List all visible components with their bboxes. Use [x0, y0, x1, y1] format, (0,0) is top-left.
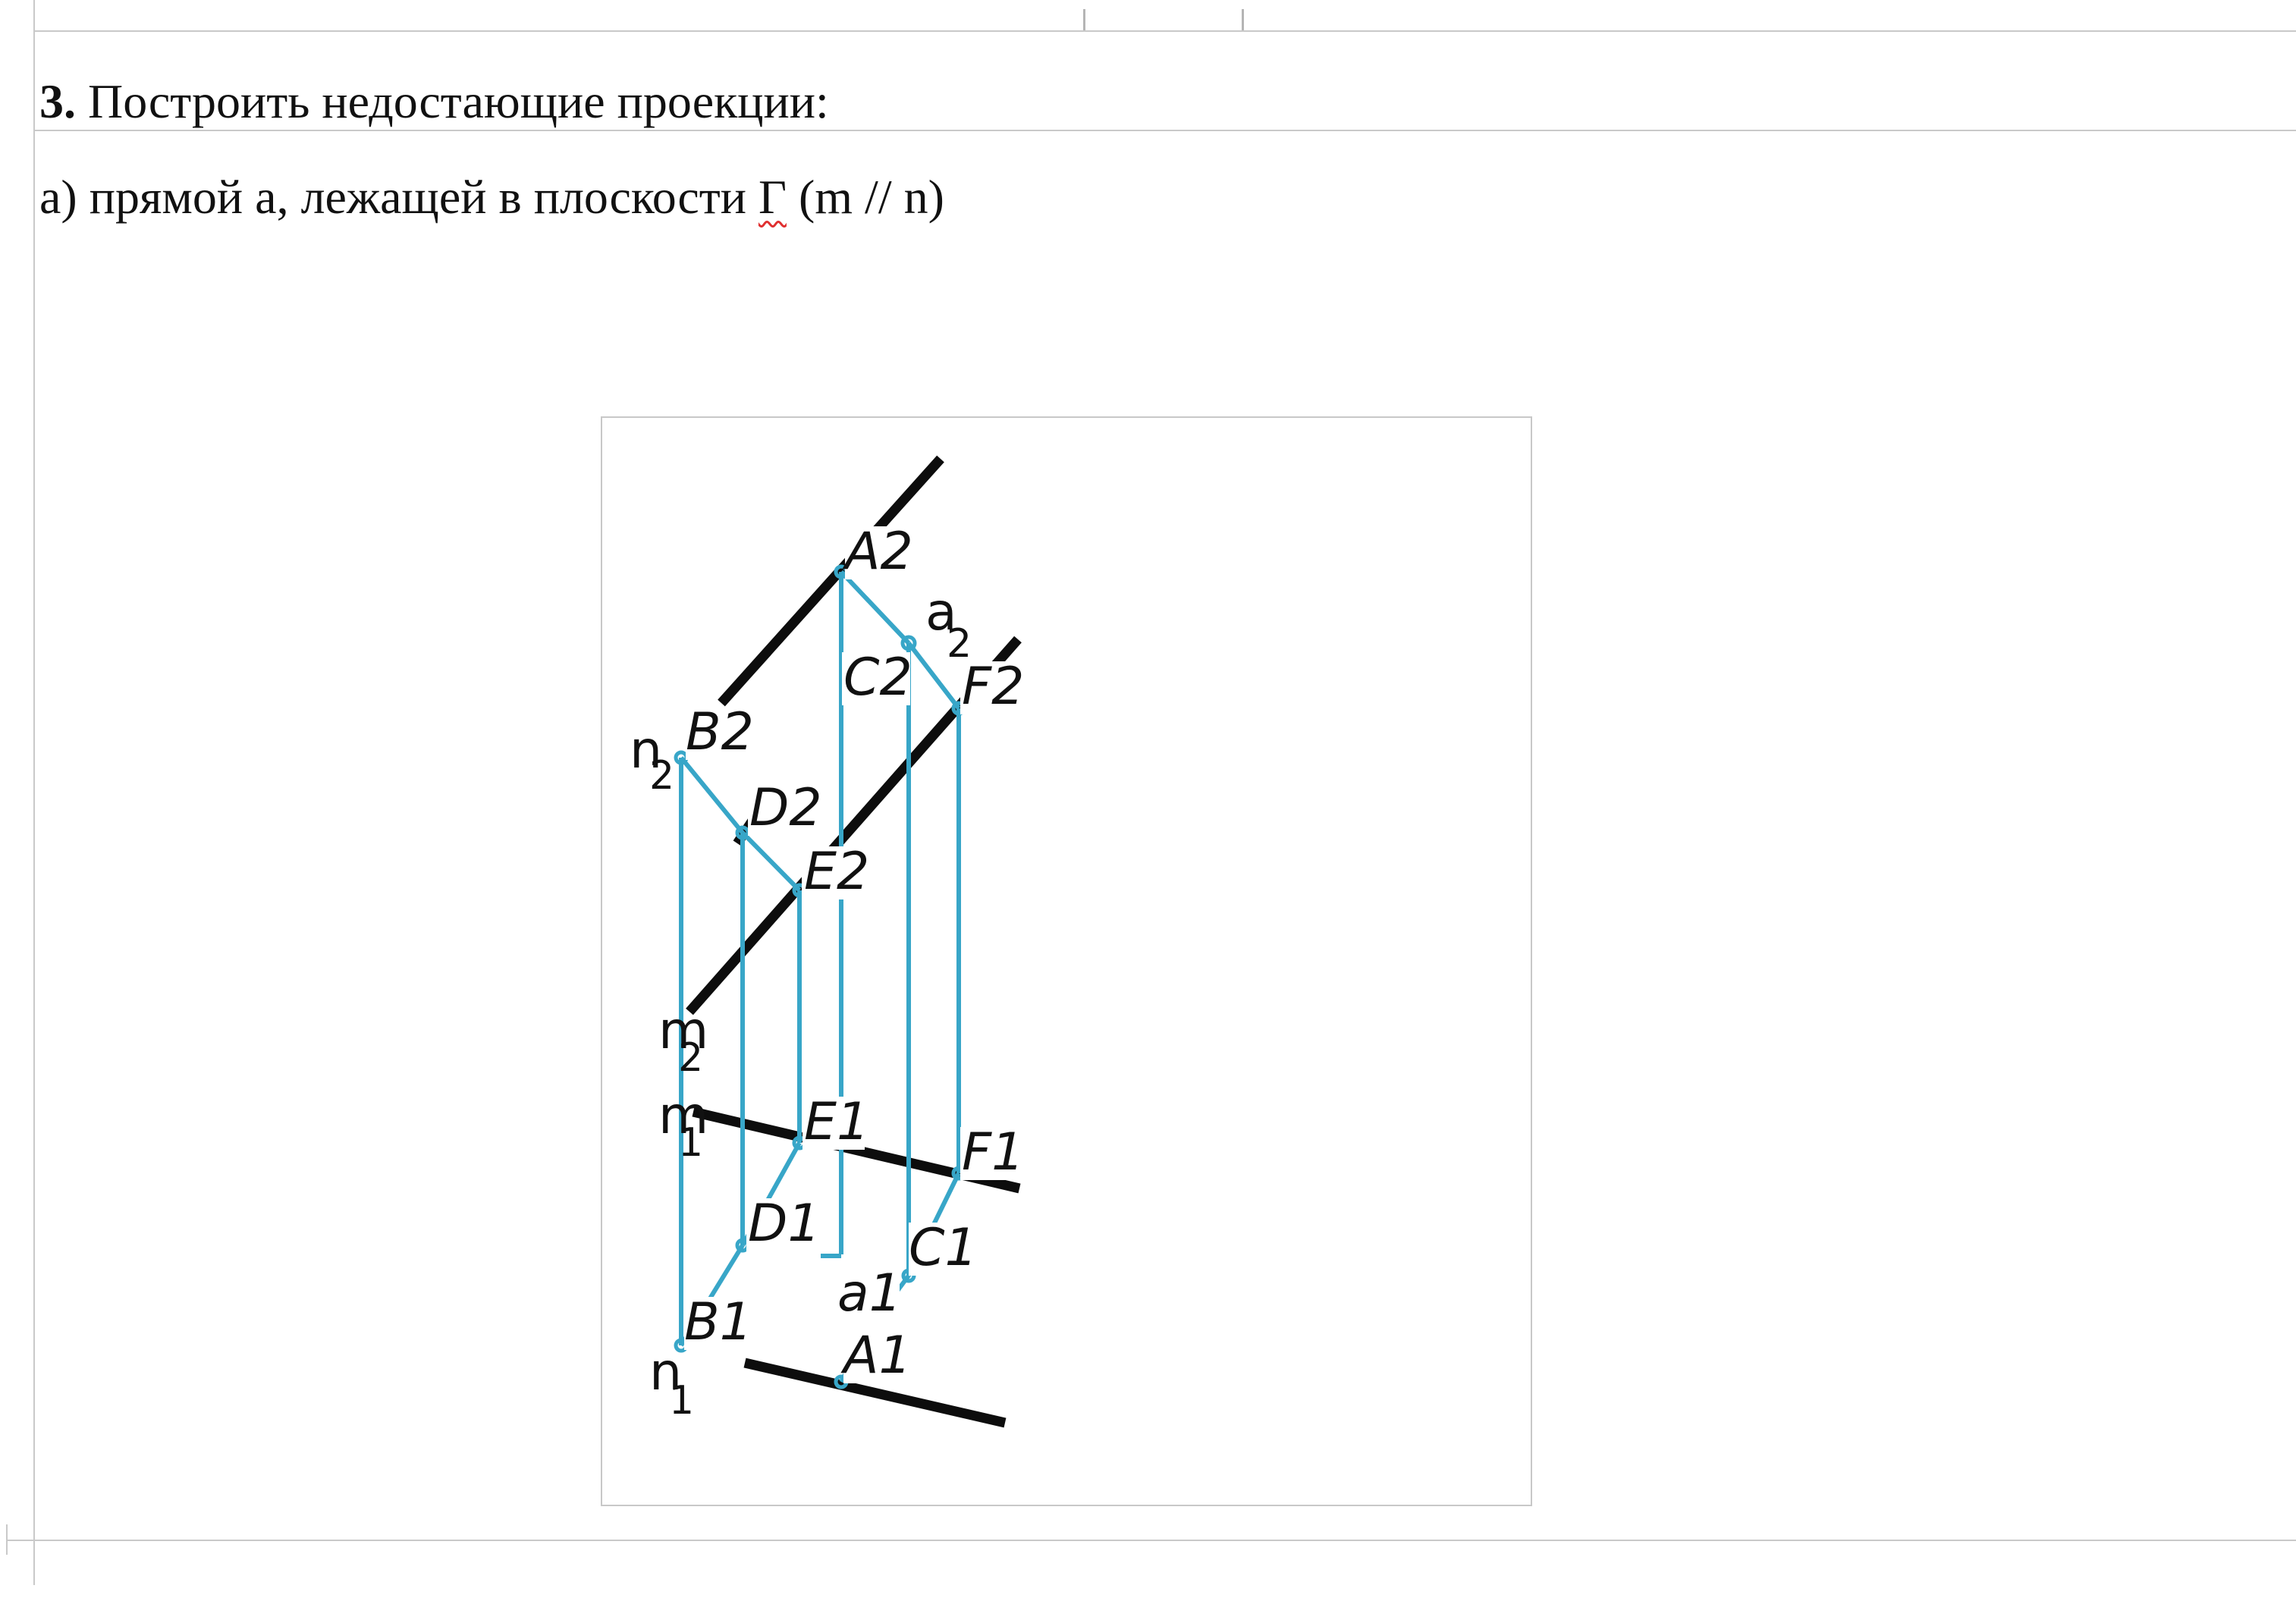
- subtitle-suffix: (m // n): [786, 170, 944, 224]
- left-edge-line: [6, 1524, 8, 1555]
- label-A2: A2: [842, 522, 913, 582]
- top-rule: [35, 30, 2296, 32]
- label-m1-sub: 1: [678, 1120, 703, 1166]
- label-A1: A1: [840, 1326, 912, 1386]
- label-n1-sub: 1: [669, 1378, 694, 1424]
- label-F2: F2: [962, 657, 1024, 717]
- label-C2: C2: [843, 648, 912, 708]
- label-C1: C1: [909, 1218, 978, 1278]
- label-B1: B1: [684, 1292, 752, 1352]
- label-E1: E1: [804, 1092, 869, 1152]
- label-B2: B2: [686, 702, 754, 762]
- label-n2-sub: 2: [649, 753, 674, 799]
- subtitle-prefix: а) прямой а, лежащей в плоскости: [39, 170, 759, 224]
- label-D1: D1: [748, 1194, 821, 1254]
- task-number: 3.: [39, 74, 76, 128]
- label-F1: F1: [962, 1122, 1024, 1182]
- label-D2: D2: [749, 778, 822, 838]
- label-a1: a1: [837, 1264, 902, 1323]
- line-D2-E2: [740, 830, 802, 893]
- projection-drawing-frame: A2 a 2 C2 F2 n 2 B2 D2 E2 m 2 m 1 E1 F1 …: [601, 416, 1532, 1506]
- gamma-symbol: Γ: [758, 170, 787, 224]
- line-A2-C2: [839, 570, 911, 645]
- top-tick-2: [1242, 9, 1244, 30]
- projection-drawing: A2 a 2 C2 F2 n 2 B2 D2 E2 m 2 m 1 E1 F1 …: [630, 455, 1024, 1428]
- label-m2-sub: 2: [678, 1035, 703, 1081]
- label-E2: E2: [804, 842, 869, 902]
- task-title: Построить недостающие проекции:: [88, 74, 829, 128]
- left-margin-line: [33, 0, 35, 1585]
- line-B2-D2: [679, 756, 745, 834]
- top-tick-1: [1083, 9, 1085, 30]
- task-subheading: а) прямой а, лежащей в плоскости Γ (m //…: [39, 165, 944, 229]
- bottom-rule: [6, 1540, 2296, 1541]
- task-heading: 3. Построить недостающие проекции:: [39, 70, 829, 133]
